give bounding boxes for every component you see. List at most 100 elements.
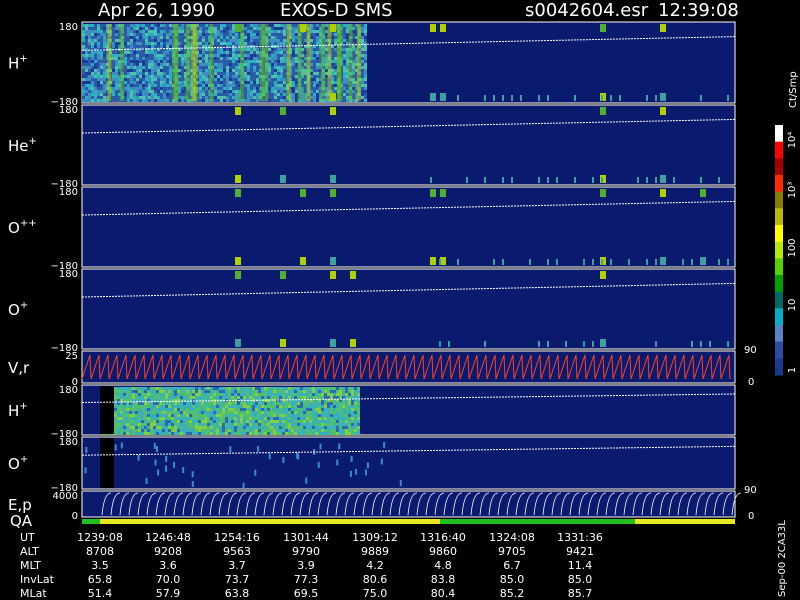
pixel [207, 405, 210, 408]
pixel [100, 24, 103, 27]
pixel [295, 30, 298, 33]
pixel [223, 69, 226, 72]
burst [691, 341, 693, 347]
pixel [234, 411, 237, 414]
pixel [336, 396, 339, 399]
pixel [174, 393, 177, 396]
pixel [243, 432, 246, 435]
pixel [144, 411, 147, 414]
pixel [309, 414, 312, 417]
pixel [343, 27, 346, 30]
pixel [225, 390, 228, 393]
pixel [253, 69, 256, 72]
pixel [124, 87, 127, 90]
pixel [201, 405, 204, 408]
pixel [223, 75, 226, 78]
pixel [82, 87, 85, 90]
pixel [295, 48, 298, 51]
pixel [154, 60, 157, 63]
pixel [133, 24, 136, 27]
pixel [168, 405, 171, 408]
pixel [207, 387, 210, 390]
pixel [346, 60, 349, 63]
pixel [144, 426, 147, 429]
pixel [228, 411, 231, 414]
pixel [136, 99, 139, 102]
pixel [153, 402, 156, 405]
pixel [91, 27, 94, 30]
pixel [174, 408, 177, 411]
pixel [219, 393, 222, 396]
pixel [151, 24, 154, 27]
pixel [166, 33, 169, 36]
pixel [213, 429, 216, 432]
pixel [180, 402, 183, 405]
pixel [246, 414, 249, 417]
pixel [138, 402, 141, 405]
pixel [100, 99, 103, 102]
burst [457, 259, 459, 265]
pixel [138, 423, 141, 426]
pixel [225, 396, 228, 399]
pixel [304, 39, 307, 42]
pixel [163, 87, 166, 90]
pixel [267, 390, 270, 393]
pixel [202, 42, 205, 45]
pixel [264, 414, 267, 417]
pixel [219, 426, 222, 429]
pixel [150, 387, 153, 390]
pixel [225, 414, 228, 417]
pixel [97, 54, 100, 57]
pixel [334, 75, 337, 78]
pixel [297, 387, 300, 390]
pixel [237, 423, 240, 426]
pixel [330, 423, 333, 426]
pixel [112, 75, 115, 78]
pixel [195, 420, 198, 423]
pixel [139, 81, 142, 84]
pixel [130, 63, 133, 66]
pixel [364, 36, 367, 39]
pixel [94, 87, 97, 90]
pixel [202, 96, 205, 99]
pixel [148, 66, 151, 69]
pixel [157, 69, 160, 72]
pixel [343, 48, 346, 51]
pixel [268, 27, 271, 30]
pixel [166, 66, 169, 69]
cell: 80.6 [363, 573, 388, 586]
pixel [280, 54, 283, 57]
pixel [151, 45, 154, 48]
pixel [129, 402, 132, 405]
pixel [351, 414, 354, 417]
pixel [100, 33, 103, 36]
pixel [195, 387, 198, 390]
pixel [330, 414, 333, 417]
burst [172, 24, 177, 101]
panel-1-top-tick: 180 [59, 22, 78, 33]
pixel [364, 51, 367, 54]
pixel [186, 414, 189, 417]
pixel [249, 432, 252, 435]
pixel [268, 453, 271, 460]
pixel [145, 27, 148, 30]
pixel [207, 411, 210, 414]
pixel [270, 414, 273, 417]
pixel [154, 42, 157, 45]
pixel [244, 27, 247, 30]
pixel [85, 446, 88, 453]
pixel [148, 63, 151, 66]
pixel [162, 408, 165, 411]
pixel [165, 420, 168, 423]
pixel [271, 96, 274, 99]
pixel [294, 387, 297, 390]
pixel [135, 393, 138, 396]
pixel [142, 87, 145, 90]
pixel [277, 54, 280, 57]
pixel [127, 84, 130, 87]
pixel [277, 42, 280, 45]
pixel [288, 405, 291, 408]
pixel [91, 36, 94, 39]
pixel [126, 405, 129, 408]
pixel [270, 396, 273, 399]
